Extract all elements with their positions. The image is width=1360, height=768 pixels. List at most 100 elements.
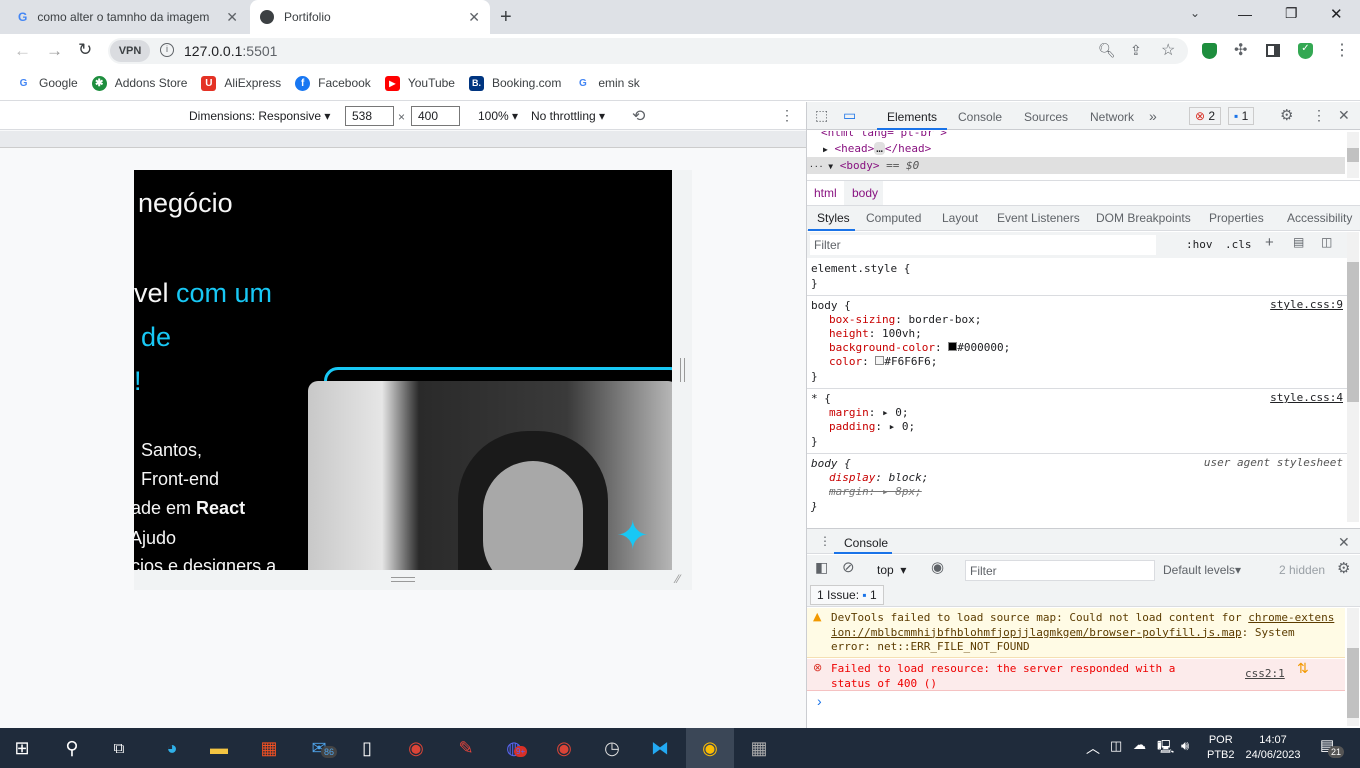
vscode-icon[interactable]: ⧓ <box>646 734 674 762</box>
dom-head-node[interactable]: ▶ <head>… </head> <box>823 142 931 155</box>
back-button[interactable]: ← <box>14 41 31 61</box>
tab-google-search[interactable]: G como alter o tamnho da imagem ✕ <box>8 0 248 34</box>
minimize-button[interactable]: — <box>1238 6 1252 22</box>
chrome-profile-icon[interactable]: ◉ <box>550 734 578 762</box>
dimensions-select[interactable]: Dimensions: Responsive ▾ <box>189 109 330 123</box>
reload-button[interactable]: ↻ <box>78 40 92 60</box>
vpn-extension-icon[interactable] <box>1202 43 1217 59</box>
language-indicator[interactable]: POR PTB2 <box>1207 733 1235 763</box>
device-toggle-icon[interactable]: ▭ <box>843 107 856 124</box>
bookmark-star-icon[interactable]: ☆ <box>1161 40 1175 60</box>
extensions-icon[interactable]: ✣ <box>1234 40 1247 60</box>
share-icon[interactable]: ⇪ <box>1130 42 1142 59</box>
close-window-button[interactable]: ✕ <box>1330 5 1343 23</box>
paint-icon[interactable]: ▤ <box>1293 235 1304 249</box>
console-filter-input[interactable]: Filter <box>965 560 1155 581</box>
devtools-menu-icon[interactable]: ⋮ <box>1312 107 1326 124</box>
drawer-menu-icon[interactable]: ⋮ <box>819 534 831 548</box>
tab-properties[interactable]: Properties <box>1209 211 1264 225</box>
bookmark-addons-store[interactable]: ✱ Addons Store <box>91 75 187 91</box>
clock-app-icon[interactable]: ◷ <box>598 734 626 762</box>
tab-styles[interactable]: Styles <box>817 211 850 225</box>
clock[interactable]: 14:07 24/06/2023 <box>1242 733 1304 763</box>
console-prompt[interactable]: › <box>817 693 822 709</box>
file-explorer-icon[interactable]: ▬ <box>205 734 233 762</box>
bookmark-youtube[interactable]: ▶ YouTube <box>384 75 455 91</box>
height-resize-handle[interactable] <box>391 577 415 582</box>
shield-extension-icon[interactable]: ✓ <box>1298 43 1313 59</box>
forward-button[interactable]: → <box>46 41 63 61</box>
calculator-icon[interactable]: ▦ <box>745 734 773 762</box>
discord-icon[interactable]: ◍9+ <box>500 734 528 762</box>
close-drawer-icon[interactable]: ✕ <box>1338 534 1350 551</box>
height-input[interactable]: 400 <box>411 106 460 126</box>
breadcrumb-body[interactable]: body <box>852 186 878 200</box>
console-scrollbar[interactable] <box>1347 608 1359 726</box>
rule-element-style[interactable]: element.style { } <box>807 259 1347 296</box>
notifications-icon[interactable]: ▤ 21 <box>1320 736 1345 758</box>
styles-filter-input[interactable]: Filter <box>810 235 1156 255</box>
rule-body[interactable]: body { style.css:9 box-sizing: border-bo… <box>807 296 1347 389</box>
network-icon[interactable]: 🖳︎ <box>1157 738 1174 760</box>
tab-console[interactable]: Console <box>958 110 1002 124</box>
clear-console-icon[interactable]: ⊘ <box>842 558 855 576</box>
drawer-tab-console[interactable]: Console <box>844 536 888 550</box>
messages-badge[interactable]: ▪ 1 <box>1228 107 1255 125</box>
store-icon[interactable]: ▦ <box>255 734 283 762</box>
dom-body-node[interactable]: ··· ▼ <body> == $0 <box>809 159 919 172</box>
task-view-icon[interactable]: ⧉ <box>105 734 133 762</box>
corner-resize-handle[interactable]: ⁄⁄ <box>676 572 680 586</box>
eye-icon[interactable]: ◉ <box>931 558 944 576</box>
paint-app-icon[interactable]: ✎ <box>452 734 480 762</box>
new-rule-icon[interactable]: + <box>1265 234 1274 251</box>
hov-button[interactable]: :hov <box>1186 238 1213 251</box>
device-more-icon[interactable]: ⋮ <box>780 107 794 124</box>
tab-sources[interactable]: Sources <box>1024 110 1068 124</box>
volume-icon[interactable]: 🔊︎ <box>1181 738 1189 754</box>
edge-icon[interactable]: ◕ <box>158 734 186 762</box>
meet-icon[interactable]: ◫ <box>1110 738 1122 754</box>
vpn-badge[interactable]: VPN <box>110 40 150 62</box>
toggle-sidebar-icon[interactable]: ◫ <box>1321 235 1332 249</box>
breadcrumb-html[interactable]: html <box>814 186 837 200</box>
media-query-ruler[interactable] <box>0 131 806 148</box>
cls-button[interactable]: .cls <box>1225 238 1252 251</box>
tab-event-listeners[interactable]: Event Listeners <box>997 211 1080 225</box>
bookmark-google[interactable]: G Google <box>16 76 78 91</box>
close-devtools-icon[interactable]: ✕ <box>1338 107 1350 124</box>
tab-accessibility[interactable]: Accessibility <box>1287 211 1352 225</box>
bookmark-booking[interactable]: B. Booking.com <box>468 75 561 91</box>
search-icon[interactable]: ⚲ <box>58 734 86 762</box>
bookmark-aliexpress[interactable]: U AliExpress <box>201 75 281 91</box>
rule-universal[interactable]: * { style.css:4 margin: ▸ 0; padding: ▸ … <box>807 389 1347 454</box>
source-link[interactable]: style.css:9 <box>1270 298 1343 311</box>
dom-scrollbar[interactable] <box>1347 132 1359 178</box>
new-tab-button[interactable]: + <box>500 6 512 29</box>
tab-elements[interactable]: Elements <box>887 110 937 124</box>
tab-layout[interactable]: Layout <box>942 211 978 225</box>
inspect-element-icon[interactable]: ⬚ <box>815 107 828 124</box>
notepad-icon[interactable]: ▯ <box>353 734 381 762</box>
url-text[interactable]: 127.0.0.1:5501 <box>184 43 277 59</box>
console-settings-icon[interactable]: ⚙ <box>1337 559 1350 577</box>
tab-portifolio[interactable]: Portifolio ✕ <box>250 0 490 34</box>
styles-scrollbar[interactable] <box>1347 232 1359 522</box>
tab-network[interactable]: Network <box>1090 110 1134 124</box>
zoom-icon[interactable]: 🔍︎ <box>1098 42 1116 59</box>
source-link[interactable]: style.css:4 <box>1270 391 1343 404</box>
width-resize-handle[interactable] <box>680 358 685 382</box>
tab-dom-breakpoints[interactable]: DOM Breakpoints <box>1096 211 1191 225</box>
chrome-active-icon[interactable]: ◉ <box>696 734 724 762</box>
menu-icon[interactable]: ⋮ <box>1334 40 1350 60</box>
network-request-icon[interactable]: ⇅ <box>1297 662 1309 677</box>
zoom-select[interactable]: 100% ▾ <box>478 109 518 123</box>
rotate-icon[interactable]: ⟲ <box>632 106 645 126</box>
close-tab-icon[interactable]: ✕ <box>226 9 238 26</box>
show-hidden-icons[interactable]: ︿ <box>1086 738 1100 758</box>
settings-gear-icon[interactable]: ⚙ <box>1280 106 1293 124</box>
context-select[interactable]: top ▾ <box>877 563 906 577</box>
tab-computed[interactable]: Computed <box>866 211 921 225</box>
tab-search-icon[interactable]: ⌄ <box>1190 6 1200 20</box>
side-panel-icon[interactable] <box>1266 44 1280 57</box>
start-button[interactable]: ⊞ <box>8 734 36 762</box>
